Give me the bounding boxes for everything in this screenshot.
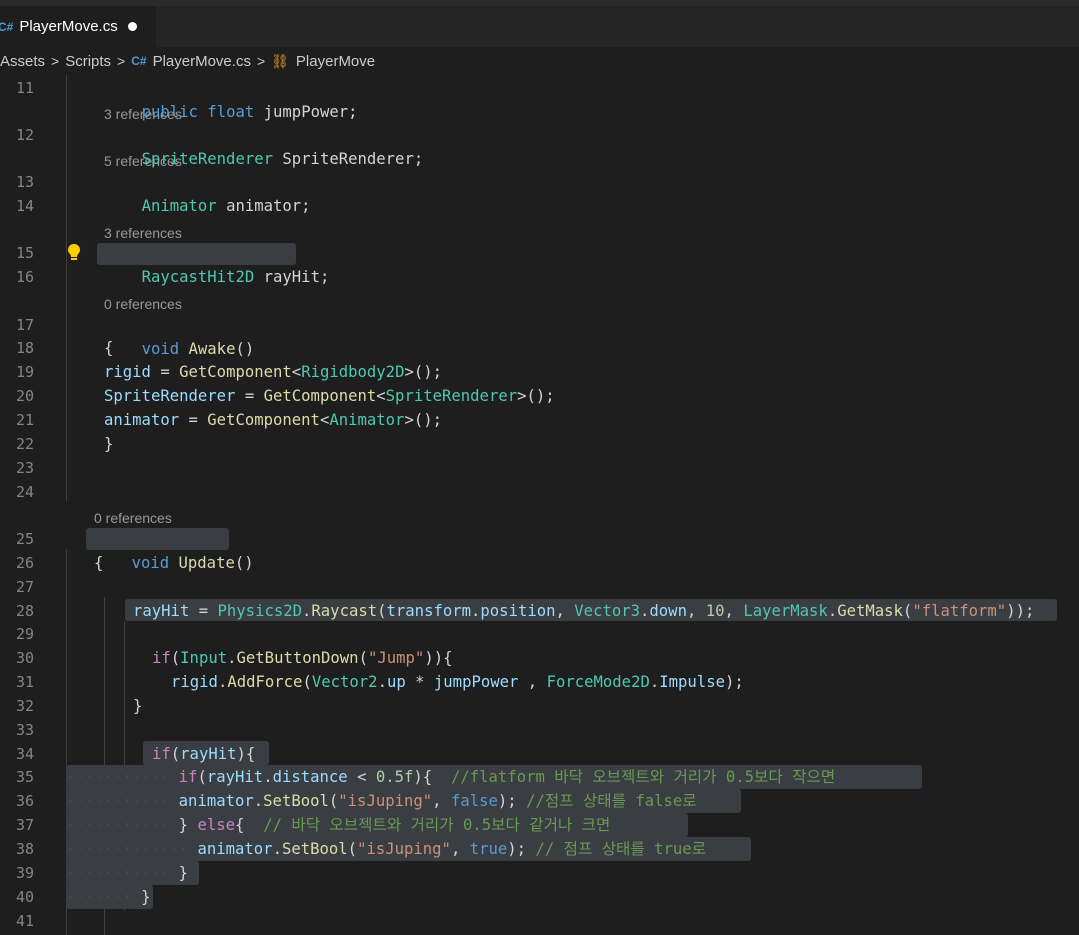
breadcrumb-separator: > (51, 53, 60, 69)
line-number: 16 (15, 268, 34, 286)
code-line-13: Animator animator; (141, 197, 311, 215)
line-number: 25 (15, 530, 34, 548)
csharp-file-icon: C# (131, 54, 147, 68)
breadcrumb-item-file[interactable]: PlayerMove.cs (153, 53, 251, 70)
line-number: 13 (15, 173, 34, 191)
whitespace-dots: ··········· (66, 768, 170, 786)
code-line-38: ············· animator.SetBool("isJuping… (66, 840, 707, 858)
whitespace-dots: ··········· (66, 816, 170, 834)
line-number: 23 (15, 459, 34, 477)
whitespace-dots: ············· (66, 840, 189, 858)
editor-tab-bar: C# PlayerMove.cs (0, 6, 1079, 47)
line-number: 12 (15, 126, 34, 144)
line-number: 17 (15, 316, 34, 334)
tab-title: PlayerMove.cs (19, 18, 118, 35)
code-line-20: SpriteRenderer = GetComponent<SpriteRend… (104, 387, 555, 405)
code-line-31: rigid.AddForce(Vector2.up * jumpPower , … (171, 673, 744, 691)
code-line-28: rayHit = Physics2D.Raycast(transform.pos… (133, 602, 1035, 620)
line-number: 33 (15, 721, 34, 739)
line-number: 28 (15, 602, 34, 620)
line-number: 34 (15, 745, 34, 763)
line-number: 21 (15, 411, 34, 429)
line-number: 40 (15, 888, 34, 906)
whitespace-dots: ··········· (66, 864, 170, 882)
line-number: 38 (15, 840, 34, 858)
line-number: 15 (15, 244, 34, 262)
code-line-35: ··········· if(rayHit.distance < 0.5f){ … (66, 768, 836, 786)
code-line-15: RaycastHit2D rayHit; (141, 268, 330, 286)
whitespace-dots: ··········· (66, 792, 170, 810)
code-line-32: } (133, 697, 143, 715)
code-line-19: rigid = GetComponent<Rigidbody2D>(); (104, 363, 443, 381)
indent-guide (66, 75, 67, 501)
breadcrumb-separator: > (117, 53, 126, 69)
code-line-26: { (94, 554, 104, 572)
line-number: 32 (15, 697, 34, 715)
line-number: 20 (15, 387, 34, 405)
line-number: 31 (15, 673, 34, 691)
code-line-40: ······· } (66, 888, 151, 906)
line-number: 14 (15, 197, 34, 215)
line-number: 41 (15, 912, 34, 930)
breadcrumb-item-class[interactable]: PlayerMove (296, 53, 375, 70)
csharp-file-icon: C# (0, 19, 14, 34)
code-line-39: ··········· } (66, 864, 189, 882)
tab-playermove[interactable]: C# PlayerMove.cs (0, 6, 156, 47)
line-number: 37 (15, 816, 34, 834)
line-number: 27 (15, 578, 34, 596)
code-line-25: void Update() (131, 554, 254, 572)
codelens-references[interactable]: 0 references (94, 507, 172, 529)
class-icon: ⛓ (271, 52, 289, 69)
breadcrumb-separator: > (256, 53, 266, 69)
line-number: 19 (15, 363, 34, 381)
line-number: 39 (15, 864, 34, 882)
line-number: 18 (15, 339, 34, 357)
code-line-22: } (104, 435, 114, 453)
whitespace-dots: ······· (66, 888, 132, 906)
line-number: 22 (15, 435, 34, 453)
line-number: 29 (15, 625, 34, 643)
line-number: 24 (15, 483, 34, 501)
breadcrumb-item-assets[interactable]: Assets (0, 53, 45, 70)
code-line-36: ··········· animator.SetBool("isJuping",… (66, 792, 697, 810)
code-line-30: if(Input.GetButtonDown("Jump")){ (152, 649, 453, 667)
line-number: 36 (15, 792, 34, 810)
unsaved-dot-icon[interactable] (127, 22, 137, 31)
line-number: 35 (15, 768, 34, 786)
line-number: 30 (15, 649, 34, 667)
code-line-34: if(rayHit){ (152, 745, 256, 763)
code-editor[interactable]: 11 12 13 14 15 16 17 18 19 20 21 22 23 2… (0, 75, 1079, 935)
line-number: 11 (15, 79, 34, 97)
line-number: 26 (15, 554, 34, 572)
code-line-18: { (104, 339, 114, 357)
lightbulb-icon[interactable] (66, 243, 82, 263)
breadcrumb-item-scripts[interactable]: Scripts (65, 53, 111, 70)
code-line-37: ··········· } else{ // 바닥 오브젝트와 거리가 0.5보… (66, 816, 611, 834)
breadcrumb: Assets > Scripts > C# PlayerMove.cs > ⛓ … (0, 47, 1079, 75)
code-line-21: animator = GetComponent<Animator>(); (104, 411, 443, 429)
